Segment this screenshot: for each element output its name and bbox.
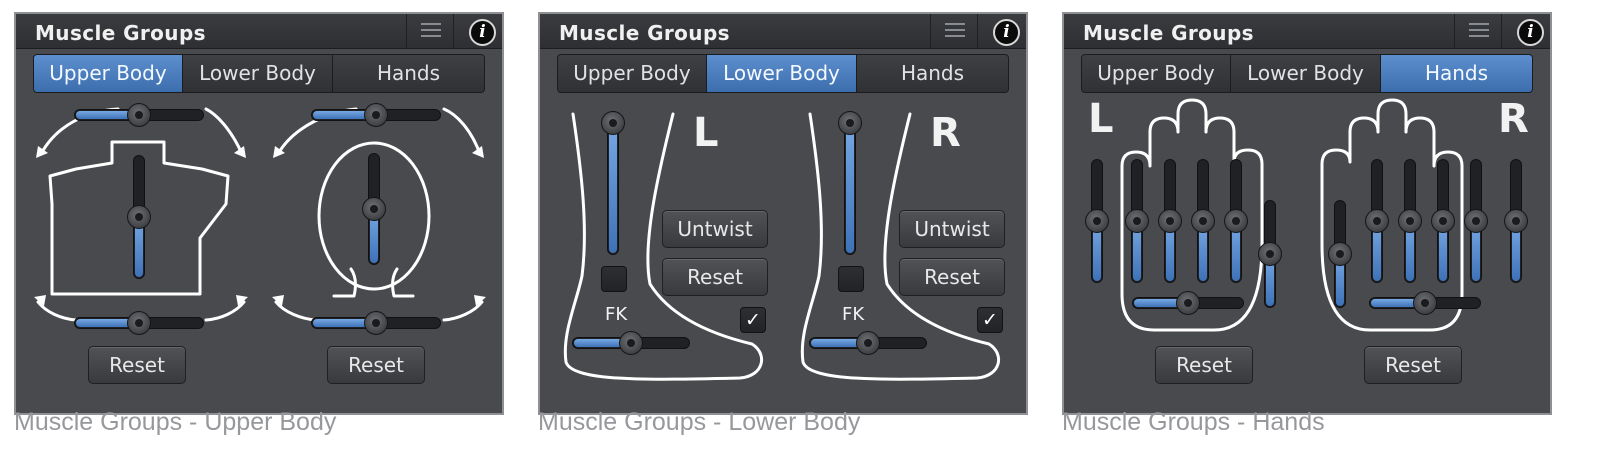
left-pinky-spread-slider[interactable] <box>1085 159 1109 283</box>
slider-knob[interactable] <box>127 103 151 127</box>
slider-knob[interactable] <box>362 197 386 221</box>
slider-knob[interactable] <box>1125 209 1149 233</box>
left-foot-slider[interactable] <box>572 331 690 355</box>
left-finger-slider-4[interactable] <box>1224 159 1248 283</box>
right-thumb-slider[interactable] <box>1328 200 1352 308</box>
right-side-label: R <box>930 110 961 156</box>
slider-fill <box>846 123 854 253</box>
left-leg-checkbox-lower[interactable]: ✓ <box>740 307 766 333</box>
reset-button-right-hand[interactable]: Reset <box>1364 346 1462 384</box>
chest-tilt-slider[interactable] <box>74 311 204 335</box>
slider-knob[interactable] <box>364 103 388 127</box>
slider-knob[interactable] <box>619 331 643 355</box>
slider-knob[interactable] <box>838 111 862 135</box>
right-pinky-spread-slider[interactable] <box>1504 159 1528 283</box>
right-foot-slider[interactable] <box>809 331 927 355</box>
muscle-groups-panel-upper: Muscle Groups i Upper Body Lower Body Ha… <box>14 12 504 415</box>
caption-upper-body: Muscle Groups - Upper Body <box>14 408 337 436</box>
left-side-label: L <box>693 110 719 156</box>
left-fk-label: FK <box>605 304 628 325</box>
right-spread-slider[interactable] <box>1369 291 1481 315</box>
right-leg-checkbox-lower[interactable]: ✓ <box>977 307 1003 333</box>
slider-knob[interactable] <box>1413 291 1437 315</box>
reset-button-head[interactable]: Reset <box>327 346 425 384</box>
reset-button-left[interactable]: Reset <box>662 258 768 296</box>
neck-outline <box>332 267 415 298</box>
left-finger-slider-1[interactable] <box>1125 159 1149 283</box>
slider-knob[interactable] <box>856 331 880 355</box>
right-finger-slider-1[interactable] <box>1464 159 1488 283</box>
muscle-groups-panel-lower: Muscle Groups i Upper Body Lower Body Ha… <box>538 12 1028 415</box>
untwist-button-left[interactable]: Untwist <box>662 210 768 248</box>
left-finger-slider-3[interactable] <box>1191 159 1215 283</box>
head-twist-slider[interactable] <box>311 103 441 127</box>
head-bend-slider[interactable] <box>362 153 386 265</box>
right-finger-slider-2[interactable] <box>1431 159 1455 283</box>
slider-knob[interactable] <box>1328 242 1352 266</box>
slider-knob[interactable] <box>1224 209 1248 233</box>
slider-knob[interactable] <box>127 205 151 229</box>
slider-knob[interactable] <box>1464 209 1488 233</box>
right-leg-stretch-slider[interactable] <box>838 111 862 255</box>
slider-knob[interactable] <box>1085 209 1109 233</box>
head-tilt-slider[interactable] <box>311 311 441 335</box>
reset-button-left-hand[interactable]: Reset <box>1155 346 1253 384</box>
slider-knob[interactable] <box>601 111 625 135</box>
left-thumb-slider[interactable] <box>1258 200 1282 308</box>
slider-knob[interactable] <box>1365 209 1389 233</box>
slider-knob[interactable] <box>1258 242 1282 266</box>
right-fk-label: FK <box>842 304 865 325</box>
left-hand-label: L <box>1088 96 1114 142</box>
twist-arrow-right <box>204 107 244 156</box>
right-leg-checkbox-upper[interactable] <box>838 266 864 292</box>
left-spread-slider[interactable] <box>1132 291 1244 315</box>
slider-knob[interactable] <box>127 311 151 335</box>
slider-knob[interactable] <box>364 311 388 335</box>
left-leg-stretch-slider[interactable] <box>601 111 625 255</box>
slider-knob[interactable] <box>1398 209 1422 233</box>
twist-arrow-right-2 <box>442 107 482 156</box>
reset-button-chest[interactable]: Reset <box>88 346 186 384</box>
slider-knob[interactable] <box>1158 209 1182 233</box>
slider-knob[interactable] <box>1431 209 1455 233</box>
muscle-groups-panel-hands: Muscle Groups i Upper Body Lower Body Ha… <box>1062 12 1552 415</box>
left-leg-checkbox-upper[interactable] <box>601 266 627 292</box>
chest-twist-slider[interactable] <box>74 103 204 127</box>
left-finger-slider-2[interactable] <box>1158 159 1182 283</box>
slider-knob[interactable] <box>1504 209 1528 233</box>
right-finger-slider-3[interactable] <box>1398 159 1422 283</box>
right-hand-label: R <box>1498 96 1529 142</box>
right-finger-slider-4[interactable] <box>1365 159 1389 283</box>
caption-hands: Muscle Groups - Hands <box>1062 408 1325 436</box>
slider-knob[interactable] <box>1176 291 1200 315</box>
untwist-button-right[interactable]: Untwist <box>899 210 1005 248</box>
slider-fill <box>609 123 617 253</box>
chest-bend-slider[interactable] <box>127 155 151 279</box>
reset-button-right[interactable]: Reset <box>899 258 1005 296</box>
slider-knob[interactable] <box>1191 209 1215 233</box>
caption-lower-body: Muscle Groups - Lower Body <box>538 408 861 436</box>
